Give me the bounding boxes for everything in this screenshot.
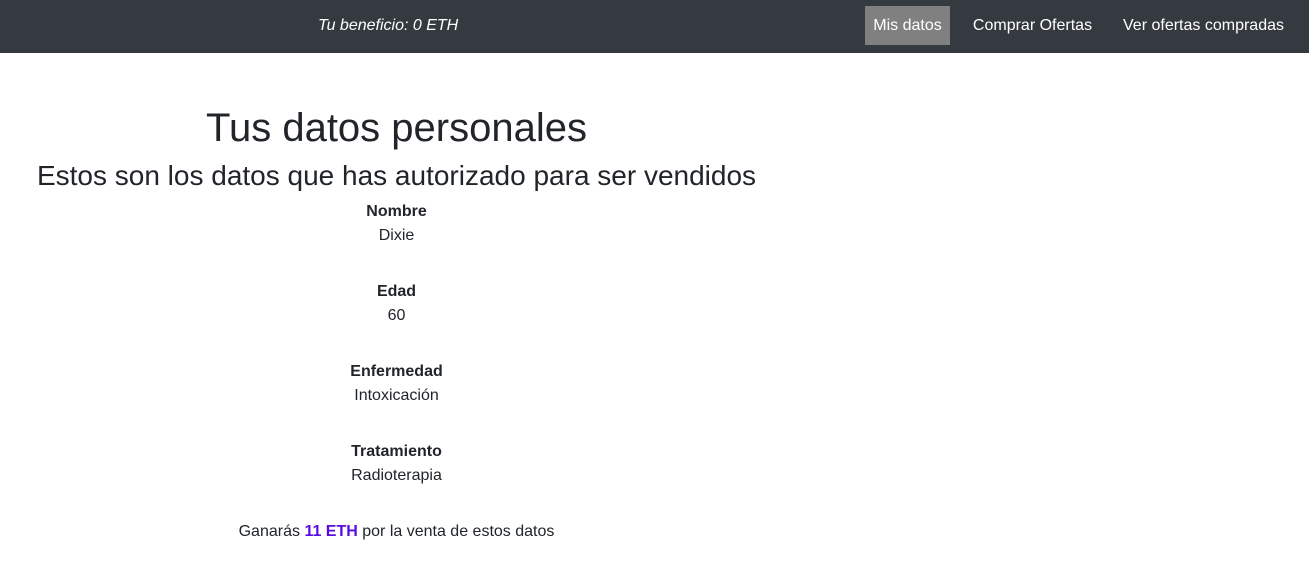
- field-label: Enfermedad: [350, 363, 443, 380]
- nav-mis-datos[interactable]: Mis datos: [865, 6, 950, 45]
- earnings-amount: 11 ETH: [304, 523, 358, 540]
- nav-comprar-ofertas[interactable]: Comprar Ofertas: [965, 6, 1100, 45]
- field-label: Tratamiento: [351, 443, 442, 460]
- earnings-suffix: por la venta de estos datos: [362, 523, 555, 540]
- field-value: Intoxicación: [354, 387, 439, 404]
- field-value: Dixie: [378, 227, 415, 244]
- field-tratamiento: Tratamiento Radioterapia: [0, 440, 793, 488]
- field-edad: Edad 60: [0, 280, 793, 328]
- field-label: Edad: [376, 283, 417, 300]
- field-value: Radioterapia: [351, 467, 442, 484]
- field-nombre: Nombre Dixie: [0, 200, 793, 248]
- benefit-text: Tu beneficio: 0 ETH: [318, 17, 459, 34]
- earnings-summary: Ganarás 11 ETH por la venta de estos dat…: [0, 520, 793, 544]
- field-enfermedad: Enfermedad Intoxicación: [0, 360, 793, 408]
- earnings-prefix: Ganarás: [238, 523, 300, 540]
- nav-ver-ofertas-compradas[interactable]: Ver ofertas compradas: [1116, 6, 1291, 45]
- page-title: Tus datos personales: [206, 106, 587, 150]
- field-label: Nombre: [366, 203, 427, 220]
- top-navbar: Tu beneficio: 0 ETH Mis datos Comprar Of…: [0, 0, 1309, 53]
- field-value: 60: [387, 307, 406, 324]
- page-subtitle: Estos son los datos que has autorizado p…: [36, 160, 757, 191]
